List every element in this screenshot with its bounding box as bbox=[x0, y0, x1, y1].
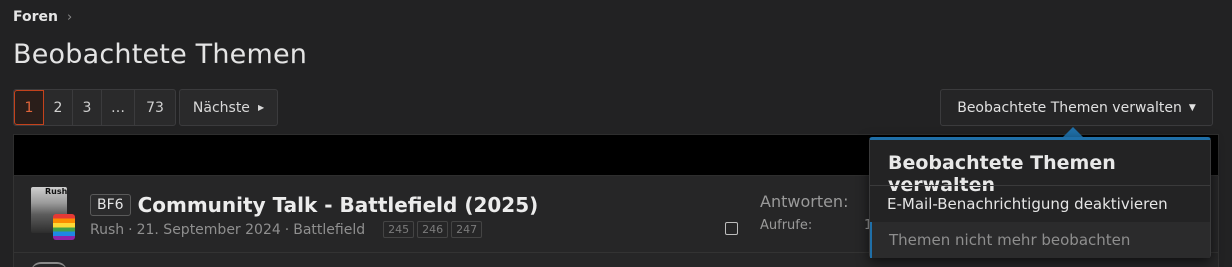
avatar-name-tag: Rush bbox=[45, 187, 68, 196]
thread-date[interactable]: 21. September 2024 bbox=[137, 222, 281, 238]
page-link-2[interactable]: 2 bbox=[44, 90, 73, 125]
next-page-button[interactable]: Nächste ▶ bbox=[179, 89, 278, 126]
thread-title-line: BF6 Community Talk - Battlefield (2025) bbox=[90, 193, 538, 217]
thread-page-link[interactable]: 247 bbox=[451, 221, 483, 238]
thread-forum[interactable]: Battlefield bbox=[293, 222, 365, 238]
breadcrumb: Foren › bbox=[13, 9, 72, 25]
manage-button-label: Beobachtete Themen verwalten bbox=[957, 99, 1182, 116]
menu-pointer-arrow bbox=[1063, 127, 1083, 137]
thread-author[interactable]: Rush bbox=[90, 222, 124, 238]
pagination: 1 2 3 … 73 bbox=[13, 89, 176, 126]
caret-right-icon: ▶ bbox=[257, 103, 265, 112]
manage-watched-threads-menu: Beobachtete Themen verwalten E-Mail-Bena… bbox=[869, 137, 1211, 258]
thread-title-link[interactable]: Community Talk - Battlefield (2025) bbox=[138, 193, 539, 217]
page-link-73[interactable]: 73 bbox=[135, 90, 175, 125]
replies-label: Antworten: bbox=[760, 192, 849, 211]
menu-item-disable-email[interactable]: E-Mail-Benachrichtigung deaktivieren bbox=[870, 186, 1210, 221]
thread-prefix-badge[interactable]: BF6 bbox=[90, 194, 131, 216]
page-link-3[interactable]: 3 bbox=[73, 90, 102, 125]
thread-page-links: 245 246 247 bbox=[383, 221, 483, 238]
avatar[interactable]: Rush bbox=[31, 187, 75, 240]
thread-page-link[interactable]: 245 bbox=[383, 221, 415, 238]
breadcrumb-forums-link[interactable]: Foren bbox=[13, 9, 58, 25]
thread-page-link[interactable]: 246 bbox=[417, 221, 449, 238]
meta-separator: · bbox=[128, 221, 133, 238]
meta-separator: · bbox=[284, 221, 290, 238]
views-label: Aufrufe: bbox=[760, 218, 813, 233]
avatar[interactable] bbox=[31, 262, 67, 267]
menu-item-unwatch-threads[interactable]: Themen nicht mehr beobachten bbox=[870, 222, 1210, 258]
page-title: Beobachtete Themen bbox=[13, 39, 308, 70]
caret-down-icon: ▼ bbox=[1188, 102, 1196, 113]
thread-meta: Rush · 21. September 2024 · Battlefield … bbox=[90, 221, 483, 238]
page-jump-ellipsis[interactable]: … bbox=[102, 90, 135, 125]
rainbow-flag-icon bbox=[53, 214, 75, 240]
chevron-right-icon: › bbox=[66, 9, 73, 25]
thread-select-checkbox[interactable] bbox=[725, 222, 738, 235]
manage-watched-threads-button[interactable]: Beobachtete Themen verwalten ▼ bbox=[940, 89, 1213, 126]
page-link-1[interactable]: 1 bbox=[14, 90, 44, 125]
next-page-label: Nächste bbox=[192, 99, 250, 116]
